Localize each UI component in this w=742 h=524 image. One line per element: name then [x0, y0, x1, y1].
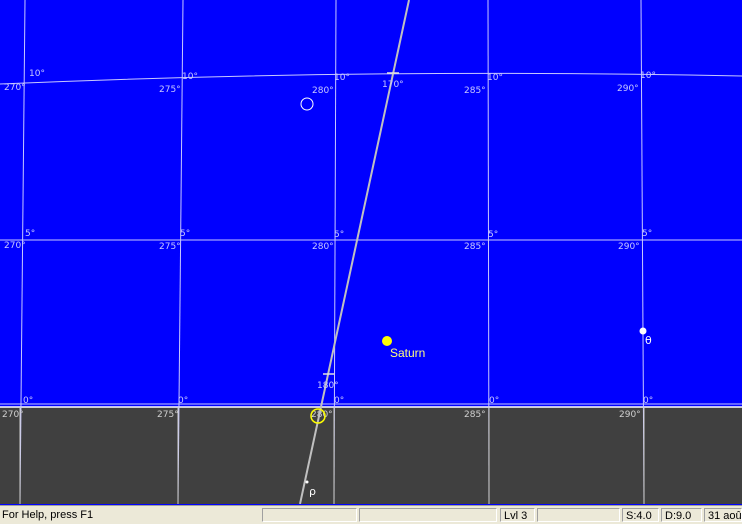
star-rho-icon[interactable]: [305, 480, 309, 484]
status-scale: S:4.0: [622, 508, 659, 522]
ra-label: 270°: [4, 241, 26, 251]
ra-label: 280°: [311, 410, 333, 420]
path-label-upper: 170°: [382, 80, 404, 90]
svg-text:10°: 10°: [29, 69, 45, 79]
ra-label: 270°: [4, 83, 26, 93]
svg-text:5°: 5°: [642, 229, 652, 239]
ra-label: 285°: [464, 410, 486, 420]
svg-text:5°: 5°: [25, 229, 35, 239]
status-depth: D:9.0: [661, 508, 702, 522]
ra-label: 285°: [464, 242, 486, 252]
path-label-lower: 180°: [317, 381, 339, 391]
svg-text:0°: 0°: [23, 396, 33, 406]
star-rho-label: ρ: [309, 485, 316, 498]
svg-text:0°: 0°: [489, 396, 499, 406]
ra-label: 275°: [157, 410, 179, 420]
status-help-text: For Help, press F1: [2, 509, 94, 521]
ra-label: 290°: [617, 84, 639, 94]
saturn-label: Saturn: [390, 346, 425, 360]
svg-text:0°: 0°: [178, 396, 188, 406]
ra-label: 290°: [618, 242, 640, 252]
status-pane-empty: [359, 508, 497, 522]
svg-text:10°: 10°: [487, 73, 503, 83]
status-level: Lvl 3: [500, 508, 535, 522]
svg-text:0°: 0°: [334, 396, 344, 406]
status-bar: For Help, press F1 Lvl 3 S:4.0 D:9.0 31 …: [0, 505, 742, 524]
sky-area: [0, 0, 742, 407]
status-pane-empty: [262, 508, 357, 522]
svg-text:0°: 0°: [643, 396, 653, 406]
svg-text:10°: 10°: [640, 71, 656, 81]
svg-text:5°: 5°: [334, 230, 344, 240]
status-date: 31 août: [704, 508, 742, 522]
ra-label: 280°: [312, 242, 334, 252]
ra-label: 285°: [464, 86, 486, 96]
ra-label: 270°: [2, 410, 24, 420]
svg-text:5°: 5°: [488, 230, 498, 240]
svg-text:10°: 10°: [334, 73, 350, 83]
status-pane-empty: [537, 508, 620, 522]
svg-text:5°: 5°: [180, 229, 190, 239]
sky-chart[interactable]: 270° 275° 280° 285° 290° 270° 275° 280° …: [0, 0, 742, 504]
ra-label: 290°: [619, 410, 641, 420]
ra-label: 275°: [159, 242, 181, 252]
svg-text:10°: 10°: [182, 72, 198, 82]
star-theta-label: θ: [645, 334, 652, 347]
ra-label: 275°: [159, 85, 181, 95]
ground-area: [0, 407, 742, 504]
ra-label: 280°: [312, 86, 334, 96]
saturn-icon[interactable]: [382, 336, 392, 346]
planetarium-window: 270° 275° 280° 285° 290° 270° 275° 280° …: [0, 0, 742, 524]
